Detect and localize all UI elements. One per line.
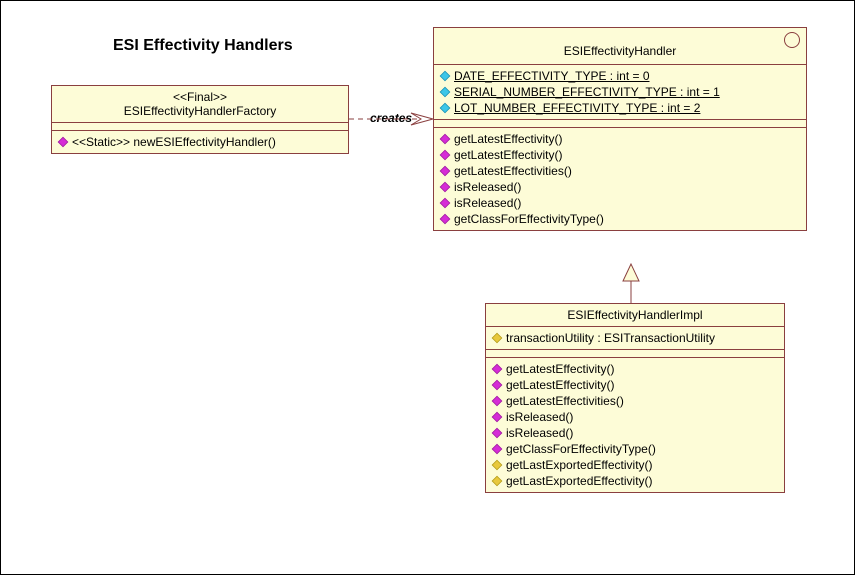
- member-row: getLastExportedEffectivity(): [492, 457, 778, 473]
- member-label: isReleased(): [454, 196, 521, 210]
- class-impl-methods: getLatestEffectivity() getLatestEffectivi…: [486, 358, 784, 492]
- member-row: isReleased(): [492, 425, 778, 441]
- class-factory-methods: <<Static>> newESIEffectivityHandler(): [52, 131, 348, 153]
- method-icon: [58, 137, 69, 148]
- member-row: <<Static>> newESIEffectivityHandler(): [58, 134, 342, 150]
- member-row: getLatestEffectivity(): [440, 147, 800, 163]
- member-row: DATE_EFFECTIVITY_TYPE : int = 0: [440, 68, 800, 84]
- member-row: isReleased(): [492, 409, 778, 425]
- class-factory-stereotype: <<Final>>: [60, 90, 340, 104]
- key-icon: [492, 476, 503, 487]
- attr-cyan-icon: [440, 103, 451, 114]
- class-handler-attributes: DATE_EFFECTIVITY_TYPE : int = 0 SERIAL_NU…: [434, 65, 806, 120]
- class-handler-methods: getLatestEffectivity() getLatestEffectivi…: [434, 128, 806, 230]
- member-row: getLatestEffectivities(): [492, 393, 778, 409]
- class-factory-name: ESIEffectivityHandlerFactory: [60, 104, 340, 118]
- method-icon: [492, 428, 503, 439]
- interface-circle-icon: [784, 32, 800, 48]
- member-label: isReleased(): [506, 426, 573, 440]
- generalization-arrowhead: [623, 264, 639, 281]
- member-label: getLastExportedEffectivity(): [506, 474, 653, 488]
- member-label: getClassForEffectivityType(): [454, 212, 604, 226]
- method-icon: [492, 380, 503, 391]
- diagram-canvas: ESI Effectivity Handlers <<Final>> ESIEf…: [0, 0, 855, 575]
- key-icon: [492, 460, 503, 471]
- member-row: isReleased(): [440, 195, 800, 211]
- method-icon: [492, 444, 503, 455]
- member-row: LOT_NUMBER_EFFECTIVITY_TYPE : int = 2: [440, 100, 800, 116]
- method-icon: [440, 150, 451, 161]
- member-row: getLatestEffectivity(): [492, 361, 778, 377]
- member-row: getLatestEffectivity(): [492, 377, 778, 393]
- relation-creates-label: creates: [370, 111, 412, 125]
- member-row: isReleased(): [440, 179, 800, 195]
- method-icon: [492, 364, 503, 375]
- attr-cyan-icon: [440, 87, 451, 98]
- class-handler-empty-section: [434, 120, 806, 128]
- class-impl: ESIEffectivityHandlerImpl transactionUti…: [485, 303, 785, 493]
- class-impl-name: ESIEffectivityHandlerImpl: [494, 308, 776, 322]
- member-label: getLatestEffectivity(): [506, 378, 615, 392]
- member-row: getLatestEffectivities(): [440, 163, 800, 179]
- class-impl-empty-section: [486, 350, 784, 358]
- member-label: <<Static>> newESIEffectivityHandler(): [72, 135, 276, 149]
- method-icon: [440, 182, 451, 193]
- dependency-arrowhead: [411, 113, 421, 125]
- class-handler-name: ESIEffectivityHandler: [442, 44, 798, 58]
- member-row: getLastExportedEffectivity(): [492, 473, 778, 489]
- member-label: transactionUtility : ESITransactionUtili…: [506, 331, 715, 345]
- member-row: SERIAL_NUMBER_EFFECTIVITY_TYPE : int = 1: [440, 84, 800, 100]
- member-label: SERIAL_NUMBER_EFFECTIVITY_TYPE : int = 1: [454, 85, 720, 99]
- attr-cyan-icon: [440, 71, 451, 82]
- member-row: getClassForEffectivityType(): [492, 441, 778, 457]
- member-row: getLatestEffectivity(): [440, 131, 800, 147]
- method-icon: [440, 166, 451, 177]
- member-label: getLatestEffectivity(): [454, 132, 563, 146]
- key-icon: [492, 333, 503, 344]
- member-label: getLatestEffectivities(): [454, 164, 572, 178]
- method-icon: [492, 396, 503, 407]
- member-label: isReleased(): [506, 410, 573, 424]
- class-factory-empty-section: [52, 123, 348, 131]
- member-label: getLatestEffectivity(): [506, 362, 615, 376]
- class-handler-header: ESIEffectivityHandler: [434, 28, 806, 65]
- class-impl-attributes: transactionUtility : ESITransactionUtili…: [486, 327, 784, 350]
- member-label: getClassForEffectivityType(): [506, 442, 656, 456]
- class-handler: ESIEffectivityHandler DATE_EFFECTIVITY_T…: [433, 27, 807, 231]
- member-label: DATE_EFFECTIVITY_TYPE : int = 0: [454, 69, 650, 83]
- method-icon: [440, 134, 451, 145]
- member-label: getLatestEffectivities(): [506, 394, 624, 408]
- class-impl-header: ESIEffectivityHandlerImpl: [486, 304, 784, 327]
- method-icon: [440, 214, 451, 225]
- method-icon: [492, 412, 503, 423]
- diagram-title: ESI Effectivity Handlers: [113, 37, 293, 55]
- class-factory: <<Final>> ESIEffectivityHandlerFactory <…: [51, 85, 349, 154]
- member-row: transactionUtility : ESITransactionUtili…: [492, 330, 778, 346]
- member-label: LOT_NUMBER_EFFECTIVITY_TYPE : int = 2: [454, 101, 700, 115]
- member-row: getClassForEffectivityType(): [440, 211, 800, 227]
- member-label: getLatestEffectivity(): [454, 148, 563, 162]
- class-factory-header: <<Final>> ESIEffectivityHandlerFactory: [52, 86, 348, 123]
- member-label: getLastExportedEffectivity(): [506, 458, 653, 472]
- method-icon: [440, 198, 451, 209]
- member-label: isReleased(): [454, 180, 521, 194]
